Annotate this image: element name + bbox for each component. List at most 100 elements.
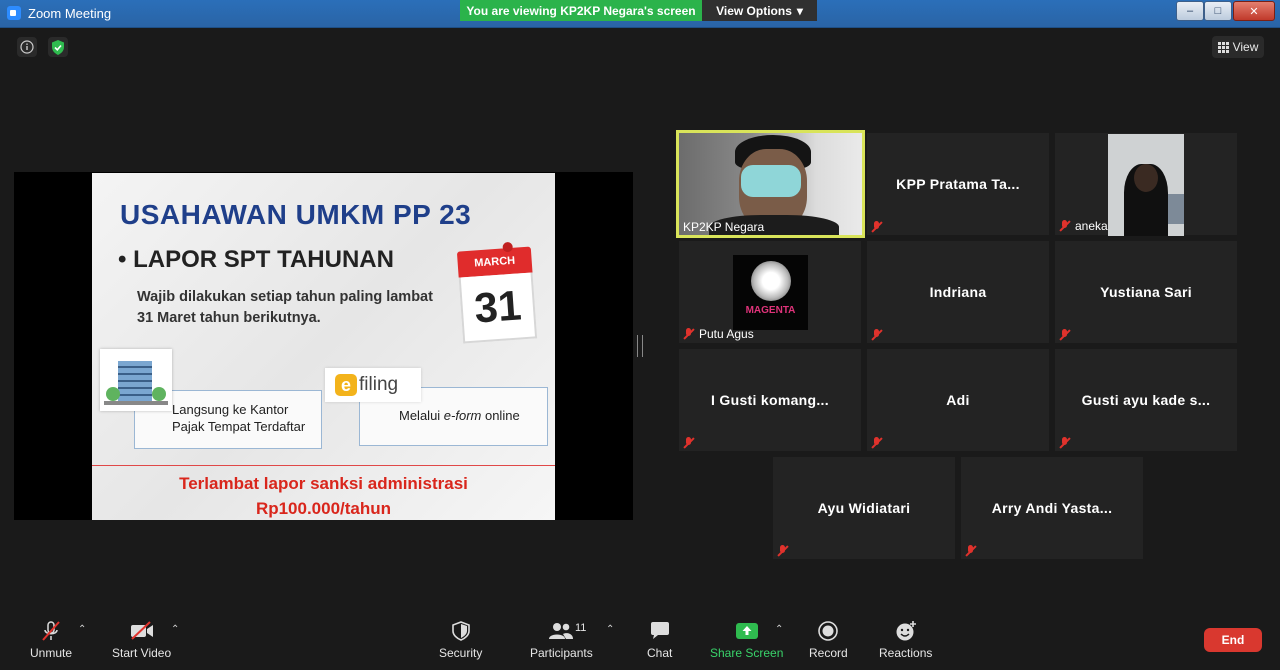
participant-label <box>1059 437 1071 449</box>
chat-button[interactable]: Chat <box>647 620 672 660</box>
participants-label: Participants <box>530 646 593 660</box>
slide-divider <box>92 465 555 466</box>
mic-muted-icon <box>1059 329 1071 341</box>
unmute-label: Unmute <box>30 646 73 660</box>
chat-bubble-icon <box>650 622 669 639</box>
shield-check-icon <box>52 39 64 55</box>
viewing-screen-banner: You are viewing KP2KP Negara's screen <box>460 0 702 21</box>
mic-muted-icon <box>871 329 883 341</box>
lion-logo-icon <box>751 261 791 301</box>
participant-name: Adi <box>946 392 970 408</box>
participant-tile[interactable]: Ayu Widiatari <box>773 457 955 559</box>
security-button[interactable]: Security <box>439 620 482 660</box>
presentation-slide: USAHAWAN UMKM PP 23 • LAPOR SPT TAHUNAN … <box>92 173 555 520</box>
participant-tile[interactable]: Indriana <box>867 241 1049 343</box>
mic-muted-icon <box>1059 437 1071 449</box>
warning-line-2: Rp100.000/tahun <box>255 499 392 518</box>
meeting-toolbar: Unmute ⌃ Start Video ⌃ Security Particip… <box>0 608 1280 670</box>
share-screen-button[interactable]: Share Screen <box>710 620 783 660</box>
participant-name: aneka <box>1075 219 1108 233</box>
participant-label: aneka <box>1059 219 1108 233</box>
participant-tile[interactable]: I Gusti komang... <box>679 349 861 451</box>
audio-options-caret[interactable]: ⌃ <box>78 624 86 635</box>
participant-label: KP2KP Negara <box>683 220 764 234</box>
security-label: Security <box>439 646 483 660</box>
warning-line-1: Terlambat lapor sanksi administrasi <box>179 474 468 493</box>
participant-label <box>871 221 883 233</box>
record-label: Record <box>809 646 848 660</box>
meeting-info-button[interactable] <box>17 37 37 57</box>
video-off-icon <box>130 621 153 640</box>
participant-tile[interactable]: Yustiana Sari <box>1055 241 1237 343</box>
participant-label <box>965 545 977 557</box>
mic-muted-icon <box>965 545 977 557</box>
gallery-view-button[interactable]: View <box>1212 36 1264 58</box>
participant-name: I Gusti komang... <box>711 392 829 408</box>
view-label: View <box>1232 40 1259 54</box>
encryption-button[interactable] <box>48 37 68 57</box>
option-office-text: Langsung ke Kantor Pajak Tempat Terdafta… <box>172 402 306 434</box>
unmute-button[interactable]: Unmute <box>30 620 72 660</box>
zoom-app-icon <box>7 6 21 20</box>
mic-muted-icon <box>683 328 695 340</box>
participant-name: Ayu Widiatari <box>817 500 911 516</box>
participant-label <box>683 437 695 449</box>
efiling-logo-e: e <box>335 374 357 396</box>
participant-avatar-image: MAGENTA <box>733 255 808 330</box>
view-options-label: View Options <box>716 3 792 18</box>
participant-name: Yustiana Sari <box>1100 284 1192 300</box>
participant-name: Arry Andi Yasta... <box>991 500 1113 516</box>
participant-label <box>1059 329 1071 341</box>
participant-label <box>871 437 883 449</box>
participant-tile[interactable]: KPP Pratama Ta... <box>867 133 1049 235</box>
slide-bullet: • LAPOR SPT TAHUNAN <box>118 246 394 273</box>
calendar-icon: MARCH 31 <box>456 241 538 344</box>
participant-tile[interactable]: Gusti ayu kade s... <box>1055 349 1237 451</box>
share-screen-icon <box>735 623 758 639</box>
participant-video <box>1108 134 1184 236</box>
participants-count: 11 <box>575 622 587 634</box>
participant-name: KPP Pratama Ta... <box>896 176 1020 192</box>
start-video-button[interactable]: Start Video <box>112 620 171 660</box>
video-options-caret[interactable]: ⌃ <box>171 624 179 635</box>
efiling-logo: e filing <box>325 368 421 402</box>
reactions-label: Reactions <box>879 646 933 660</box>
minimize-button[interactable]: – <box>1176 1 1204 21</box>
participant-name: Gusti ayu kade s... <box>1081 392 1211 408</box>
shield-icon <box>451 621 470 641</box>
record-button[interactable]: Record <box>809 620 848 660</box>
participant-label <box>871 329 883 341</box>
share-options-caret[interactable]: ⌃ <box>775 624 783 635</box>
participant-name: KP2KP Negara <box>683 220 765 234</box>
option-eform-text: Melalui e-form online <box>399 408 520 423</box>
end-meeting-button[interactable]: End <box>1204 628 1262 652</box>
calendar-day: 31 <box>458 272 538 344</box>
mic-muted-icon <box>683 437 695 449</box>
maximize-button[interactable]: □ <box>1204 1 1232 21</box>
chevron-down-icon: ▾ <box>796 3 803 18</box>
panel-splitter-handle[interactable] <box>637 335 643 357</box>
mic-muted-icon <box>1059 220 1071 232</box>
info-icon <box>20 40 34 54</box>
reactions-button[interactable]: Reactions <box>879 620 932 660</box>
participant-name: Indriana <box>929 284 987 300</box>
close-button[interactable]: ✕ <box>1233 1 1275 21</box>
grid-icon <box>1217 41 1229 53</box>
mic-muted-icon <box>42 621 60 641</box>
mic-muted-icon <box>871 437 883 449</box>
start-video-label: Start Video <box>112 646 172 660</box>
participants-options-caret[interactable]: ⌃ <box>606 624 614 635</box>
share-screen-label: Share Screen <box>710 646 784 660</box>
slide-title: USAHAWAN UMKM PP 23 <box>120 199 472 230</box>
record-icon <box>818 621 839 641</box>
efiling-logo-text: filing <box>359 374 399 395</box>
participant-tile[interactable]: Adi <box>867 349 1049 451</box>
slide-warning: Terlambat lapor sanksi administrasi Rp10… <box>92 471 555 520</box>
slide-description: Wajib dilakukan setiap tahun paling lamb… <box>137 289 433 326</box>
view-options-button[interactable]: View Options ▾ <box>702 0 817 21</box>
participant-tile[interactable]: Arry Andi Yasta... <box>961 457 1143 559</box>
chat-label: Chat <box>647 646 673 660</box>
emoji-plus-icon <box>896 621 916 641</box>
mic-muted-icon <box>777 545 789 557</box>
participant-tile-kp2kp-negara[interactable]: KP2KP Negara <box>676 130 865 238</box>
